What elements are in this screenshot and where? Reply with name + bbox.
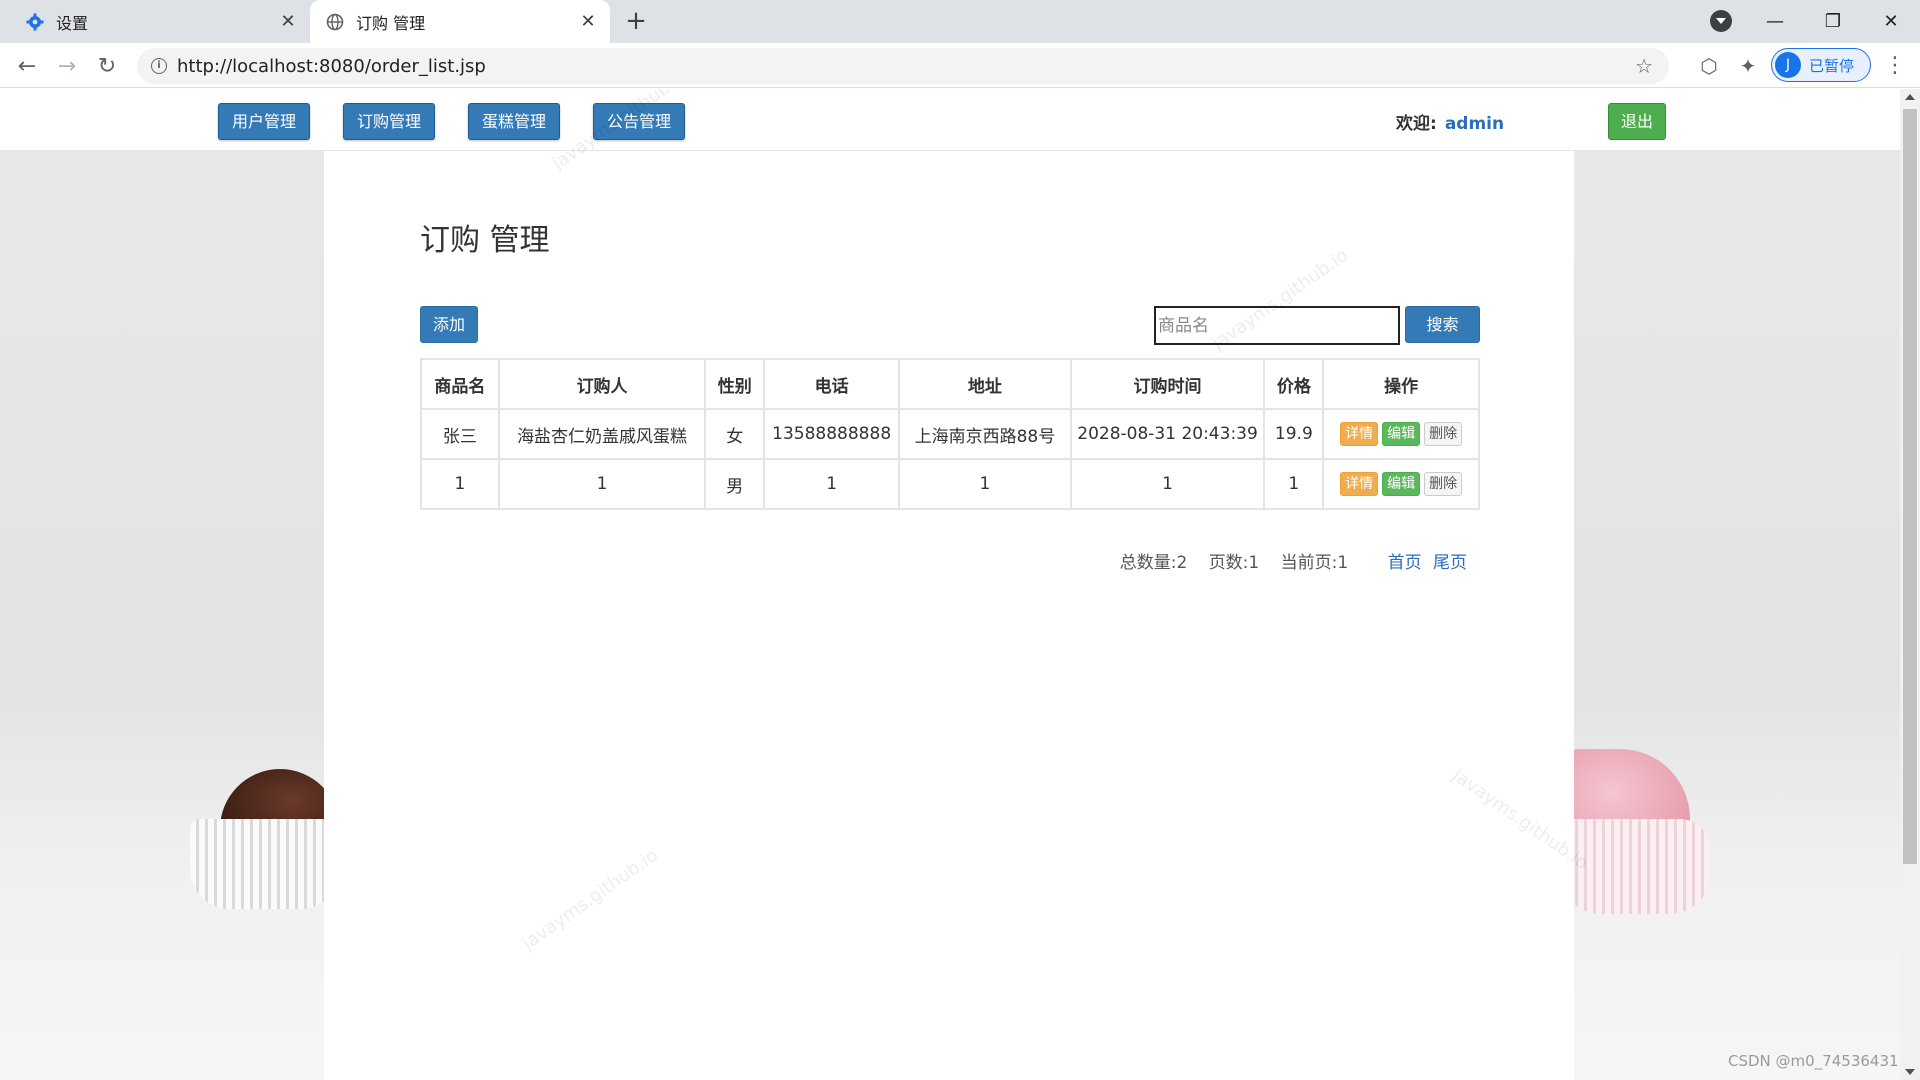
extension-icon[interactable]: ⬡: [1697, 54, 1721, 78]
bookmark-star-icon[interactable]: ☆: [1635, 54, 1653, 78]
cell-actions: 详情 编辑 删除: [1322, 458, 1480, 510]
avatar: J: [1775, 52, 1801, 78]
page-scrollbar[interactable]: [1900, 89, 1920, 1080]
column-header: 性别: [704, 358, 766, 410]
delete-button[interactable]: 删除: [1424, 472, 1463, 496]
add-button[interactable]: 添加: [420, 306, 478, 343]
minimize-icon[interactable]: —: [1760, 6, 1790, 36]
close-icon[interactable]: ✕: [278, 11, 298, 32]
cell-product: 张三: [420, 408, 500, 460]
cupcake-image-left: [190, 769, 340, 909]
tab-title: 订购 管理: [356, 13, 426, 33]
cell-price: 1: [1263, 458, 1325, 510]
reload-icon[interactable]: ↻: [92, 51, 122, 81]
cell-orderer: 1: [497, 458, 707, 510]
cupcake-image-right: [1560, 749, 1720, 919]
cell-orderer: 海盐杏仁奶盖戚风蛋糕: [497, 408, 707, 460]
edit-button[interactable]: 编辑: [1382, 472, 1421, 496]
top-nav-bar: 用户管理 订购管理 蛋糕管理 公告管理 欢迎: admin 退出: [0, 89, 1900, 151]
scroll-down-arrow-icon[interactable]: [1905, 1069, 1915, 1075]
delete-button[interactable]: 删除: [1424, 422, 1463, 446]
page-count: 页数:1: [1208, 553, 1260, 573]
browser-toolbar: ← → ↻ i http://localhost:8080/order_list…: [0, 43, 1920, 88]
cell-gender: 女: [704, 408, 766, 460]
detail-button[interactable]: 详情: [1340, 472, 1379, 496]
column-header: 商品名: [420, 358, 500, 410]
new-tab-button[interactable]: +: [622, 8, 650, 36]
cell-address: 1: [898, 458, 1072, 510]
cell-address: 上海南京西路88号: [898, 408, 1072, 460]
scroll-up-arrow-icon[interactable]: [1905, 94, 1915, 100]
browser-tabstrip: 设置 ✕ 订购 管理 ✕ + — ❐ ✕: [0, 0, 1920, 43]
search-button[interactable]: 搜索: [1405, 306, 1480, 343]
cell-order-time: 1: [1069, 458, 1266, 510]
first-page-link[interactable]: 首页: [1388, 553, 1422, 573]
nav-user-management[interactable]: 用户管理: [218, 103, 311, 140]
table-row: 张三 海盐杏仁奶盖戚风蛋糕 女 13588888888 上海南京西路88号 20…: [420, 408, 1480, 460]
source-credit: CSDN @m0_74536431: [1728, 1052, 1899, 1070]
profile-button[interactable]: J 已暂停: [1771, 48, 1871, 82]
username: admin: [1444, 114, 1505, 134]
close-icon[interactable]: ✕: [578, 11, 598, 32]
table-row: 1 1 男 1 1 1 1 详情 编辑 删除: [420, 458, 1480, 510]
total-count: 总数量:2: [1119, 553, 1188, 573]
welcome-text: 欢迎: admin: [1396, 109, 1504, 134]
column-header: 订购人: [497, 358, 707, 410]
forward-icon[interactable]: →: [52, 51, 82, 81]
page-viewport: 用户管理 订购管理 蛋糕管理 公告管理 欢迎: admin 退出 订购 管理 添加…: [0, 89, 1900, 1080]
cell-phone: 13588888888: [763, 408, 901, 460]
welcome-label: 欢迎:: [1396, 114, 1437, 134]
column-header: 价格: [1263, 358, 1325, 410]
column-header: 地址: [898, 358, 1072, 410]
window-close-icon[interactable]: ✕: [1876, 6, 1906, 36]
cell-actions: 详情 编辑 删除: [1322, 408, 1480, 460]
pagination: 总数量:2 页数:1 当前页:1 首页 尾页: [324, 548, 1467, 573]
gear-icon: [26, 13, 44, 31]
nav-cake-management[interactable]: 蛋糕管理: [468, 103, 561, 140]
edit-button[interactable]: 编辑: [1382, 422, 1421, 446]
cell-product: 1: [420, 458, 500, 510]
url-text: http://localhost:8080/order_list.jsp: [177, 56, 486, 77]
nav-order-management[interactable]: 订购管理: [343, 103, 436, 140]
scrollbar-thumb[interactable]: [1903, 109, 1917, 864]
tab-settings[interactable]: 设置 ✕: [10, 0, 310, 43]
cell-gender: 男: [704, 458, 766, 510]
puzzle-icon[interactable]: ✦: [1736, 54, 1760, 78]
back-icon[interactable]: ←: [12, 51, 42, 81]
logout-button[interactable]: 退出: [1608, 103, 1666, 140]
detail-button[interactable]: 详情: [1340, 422, 1379, 446]
info-icon[interactable]: i: [151, 58, 167, 74]
column-header: 订购时间: [1069, 358, 1266, 410]
last-page-link[interactable]: 尾页: [1433, 553, 1467, 573]
page-title: 订购 管理: [420, 223, 550, 258]
cell-order-time: 2028-08-31 20:43:39: [1069, 408, 1266, 460]
tab-title: 设置: [56, 13, 89, 33]
current-page: 当前页:1: [1280, 553, 1349, 573]
orders-table: 商品名 订购人 性别 电话 地址 订购时间 价格 操作 张三 海盐杏仁奶盖戚风蛋…: [420, 358, 1480, 510]
globe-icon: [326, 13, 344, 31]
tab-search-icon[interactable]: [1710, 10, 1732, 32]
table-header-row: 商品名 订购人 性别 电话 地址 订购时间 价格 操作: [420, 358, 1480, 410]
cell-price: 19.9: [1263, 408, 1325, 460]
more-menu-icon[interactable]: ⋮: [1884, 53, 1906, 79]
column-header: 电话: [763, 358, 901, 410]
restore-icon[interactable]: ❐: [1818, 6, 1848, 36]
profile-status: 已暂停: [1809, 56, 1855, 75]
address-bar[interactable]: i http://localhost:8080/order_list.jsp ☆: [137, 48, 1669, 84]
column-header: 操作: [1322, 358, 1480, 410]
tab-order-management[interactable]: 订购 管理 ✕: [310, 0, 610, 43]
cell-phone: 1: [763, 458, 901, 510]
main-content: 订购 管理 添加 搜索 商品名 订购人 性别 电话 地址 订购时间 价格 操作: [324, 151, 1574, 1080]
